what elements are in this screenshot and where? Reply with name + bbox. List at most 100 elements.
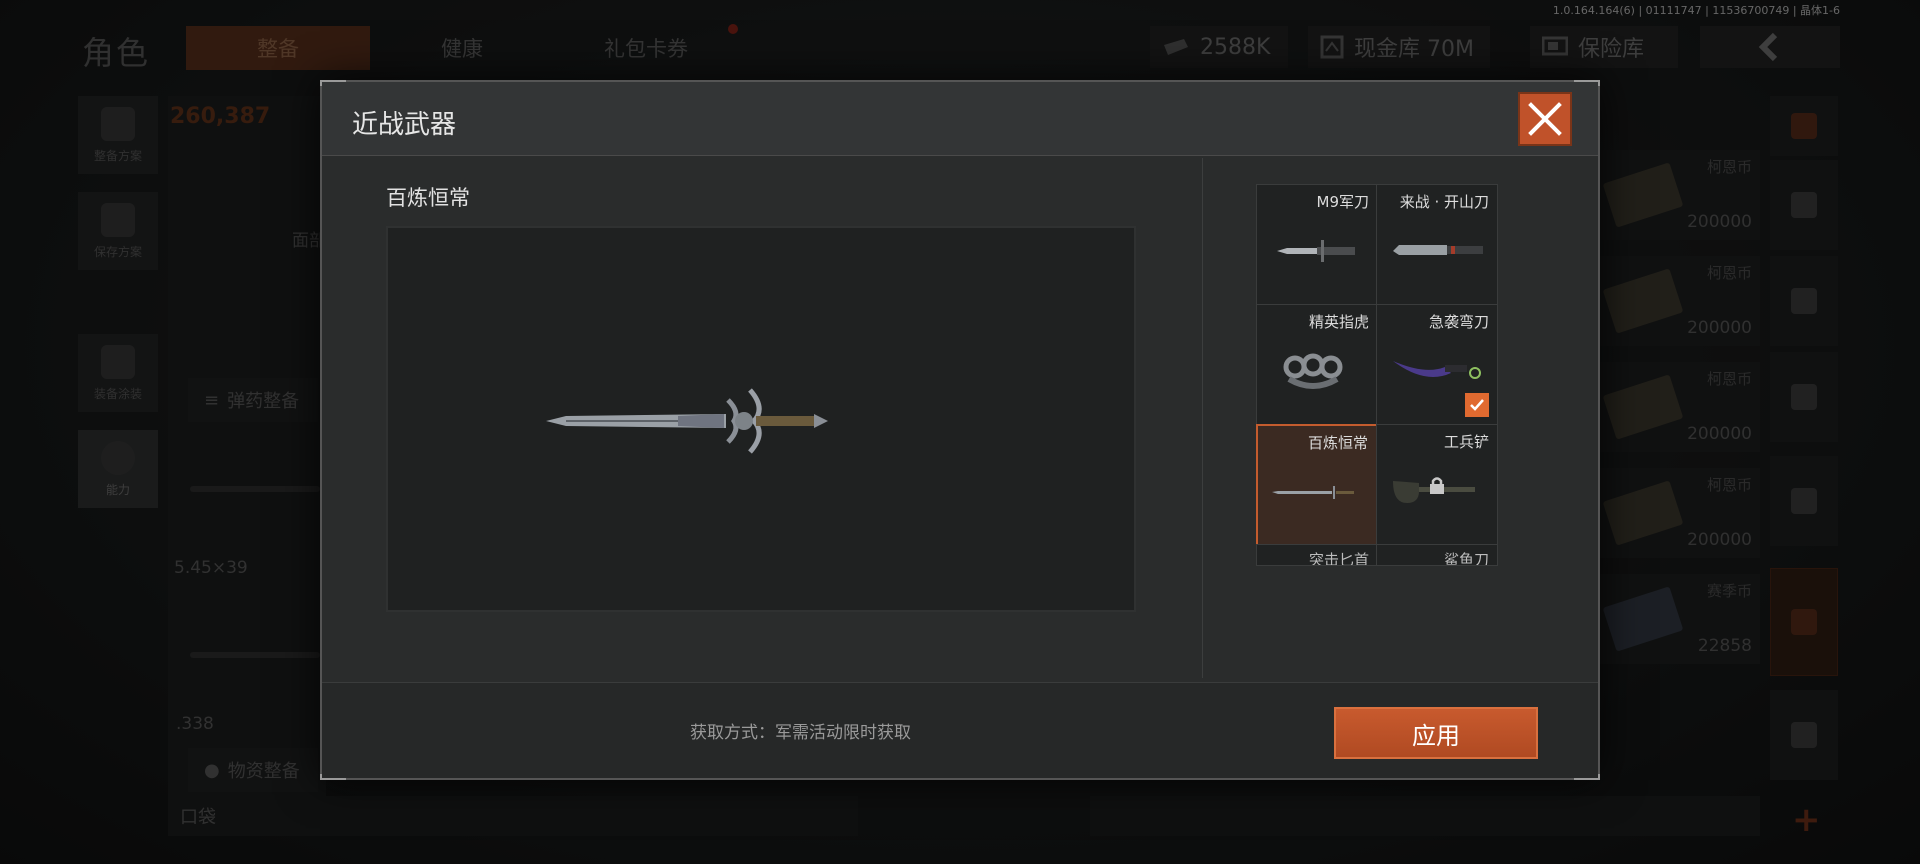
weapon-preview[interactable]: [386, 226, 1136, 612]
key-icon: [1791, 488, 1817, 514]
side-label: 整备方案: [93, 148, 142, 163]
vest-icon: [101, 106, 135, 141]
score-value: 260,387: [170, 104, 271, 129]
stack-button[interactable]: [1770, 96, 1838, 156]
ability-icon: [101, 440, 135, 475]
save-plan-button[interactable]: 保存方案: [78, 192, 158, 270]
safe-icon: [1542, 36, 1568, 56]
pocket-label: 口袋: [180, 807, 216, 828]
dialog-title: 近战武器: [352, 110, 457, 140]
cash-item-name: 柯恩币: [1706, 370, 1752, 388]
weapon-item-label: 来战 · 开山刀: [1399, 193, 1489, 211]
supply-section-title: 物资整备: [227, 761, 300, 782]
cash-item-name: 柯恩币: [1706, 476, 1752, 494]
page-title: 角色: [82, 34, 151, 72]
weapon-list[interactable]: M9军刀 来战 · 开山刀 精英指虎 急袭弯刀 百炼恒常 工兵铲 突击匕首 鲨鱼…: [1208, 158, 1596, 658]
cash-bill-icon: [1602, 162, 1684, 228]
right-bottom-bar: [1090, 796, 1760, 836]
tab-equip[interactable]: 整备: [186, 26, 370, 70]
mask-icon: [101, 344, 135, 379]
cash-item-name: 赛季币: [1706, 582, 1752, 600]
dice-button[interactable]: [1770, 352, 1838, 442]
cash-item-amount: 22858: [1697, 636, 1752, 656]
skin-button[interactable]: 装备涂装: [78, 334, 158, 412]
cash-item-amount: 200000: [1687, 212, 1752, 232]
tab-gift-cards[interactable]: 礼包卡券: [554, 26, 738, 70]
weapon-item-sword[interactable]: 百炼恒常: [1256, 424, 1378, 546]
knuckles-icon: [1283, 353, 1343, 389]
version-info: 1.0.164.164(6) | 01111747 | 11536700749 …: [1552, 4, 1840, 17]
weapon-item-label: 突击匕首: [1308, 551, 1369, 566]
plus-icon[interactable]: +: [1792, 800, 1821, 840]
currency-display[interactable]: 2588K: [1150, 26, 1288, 68]
home-icon: [1791, 192, 1817, 218]
cash-item-amount: 200000: [1687, 424, 1752, 444]
box-button[interactable]: [1770, 568, 1838, 676]
cash-item-amount: 200000: [1687, 530, 1752, 550]
loadout-plan-button[interactable]: 整备方案: [78, 96, 158, 174]
cash-item-amount: 200000: [1687, 318, 1752, 338]
panel-divider: [1202, 158, 1203, 678]
acquire-method-text: 获取方式：军需活动限时获取: [690, 723, 911, 743]
weapon-item-knuckles[interactable]: 精英指虎: [1256, 304, 1378, 426]
weapon-silhouette: [190, 486, 320, 492]
close-button[interactable]: [1518, 92, 1572, 146]
weapon-item-label: M9军刀: [1316, 193, 1370, 211]
stack-icon: [1791, 113, 1817, 139]
cash-vault-button[interactable]: 现金库 70M: [1308, 26, 1490, 68]
side-label: 装备涂装: [93, 386, 142, 401]
safe-button[interactable]: 保险库: [1530, 26, 1678, 68]
sword-icon: [546, 388, 828, 454]
cash-item[interactable]: 柯恩币 200000: [1598, 362, 1760, 452]
pocket-bar[interactable]: 口袋: [168, 796, 858, 836]
weapon-item-karambit[interactable]: 急袭弯刀: [1376, 304, 1498, 426]
weapon-silhouette: [190, 652, 320, 658]
supply-section-header[interactable]: ● 物资整备: [188, 748, 318, 792]
tab-health[interactable]: 健康: [370, 26, 554, 70]
package-button[interactable]: [1770, 690, 1838, 780]
close-icon: [1528, 102, 1562, 136]
cash-item[interactable]: 柯恩币 200000: [1598, 256, 1760, 346]
chevron-left-icon: [1758, 32, 1778, 62]
ammo-icon: ≡: [204, 389, 220, 411]
cash-bill-icon: [1602, 586, 1684, 652]
ticket-icon: [1164, 39, 1188, 55]
notification-dot: [728, 24, 738, 34]
cash-bill-icon: [1602, 268, 1684, 334]
machete-icon: [1393, 245, 1483, 255]
safe-label: 保险库: [1578, 37, 1645, 62]
package-icon: [1791, 722, 1817, 748]
weapon-item-label: 百炼恒常: [1307, 434, 1368, 452]
back-button[interactable]: [1700, 26, 1840, 68]
cash-item-name: 柯恩币: [1706, 264, 1752, 282]
ammo-section-header[interactable]: ≡ 弹药整备: [188, 378, 318, 422]
cash-item-name: 柯恩币: [1706, 158, 1752, 176]
ammo-section-title: 弹药整备: [227, 391, 300, 412]
cash-vault-label: 现金库 70M: [1354, 37, 1474, 62]
cash-item[interactable]: 赛季币 22858: [1598, 574, 1760, 664]
supply-icon: ●: [204, 759, 220, 781]
weapon-item-label: 急袭弯刀: [1428, 313, 1489, 331]
ability-button[interactable]: 能力: [78, 430, 158, 508]
weapon-item-m9-bayonet[interactable]: M9军刀: [1256, 184, 1378, 306]
home-button[interactable]: [1770, 160, 1838, 250]
dialog-header: 近战武器: [322, 82, 1598, 156]
cash-item[interactable]: 柯恩币 200000: [1598, 150, 1760, 240]
grenade-button[interactable]: [1770, 256, 1838, 346]
download-icon: [101, 202, 135, 237]
weapon-item-label: 鲨鱼刀: [1443, 551, 1489, 566]
checkmark-icon: [1470, 399, 1484, 411]
cash-item[interactable]: 柯恩币 200000: [1598, 468, 1760, 558]
weapon-item-label: 工兵铲: [1443, 433, 1489, 451]
weapon-item-machete[interactable]: 来战 · 开山刀: [1376, 184, 1498, 306]
weapon-item-shark-knife[interactable]: 鲨鱼刀: [1376, 544, 1498, 566]
lock-icon: [1430, 477, 1444, 494]
side-label: 能力: [105, 482, 130, 497]
weapon-item-assault-dagger[interactable]: 突击匕首: [1256, 544, 1378, 566]
vault-icon: [1320, 35, 1344, 59]
grenade-icon: [1791, 288, 1817, 314]
apply-button[interactable]: 应用: [1334, 707, 1538, 759]
melee-weapon-dialog: 近战武器 百炼恒常 M9军刀 来战 · 开山刀 精英指虎 急袭弯刀 百炼恒常 工…: [320, 80, 1600, 780]
key-button[interactable]: [1770, 456, 1838, 546]
weapon-item-shovel[interactable]: 工兵铲: [1376, 424, 1498, 546]
